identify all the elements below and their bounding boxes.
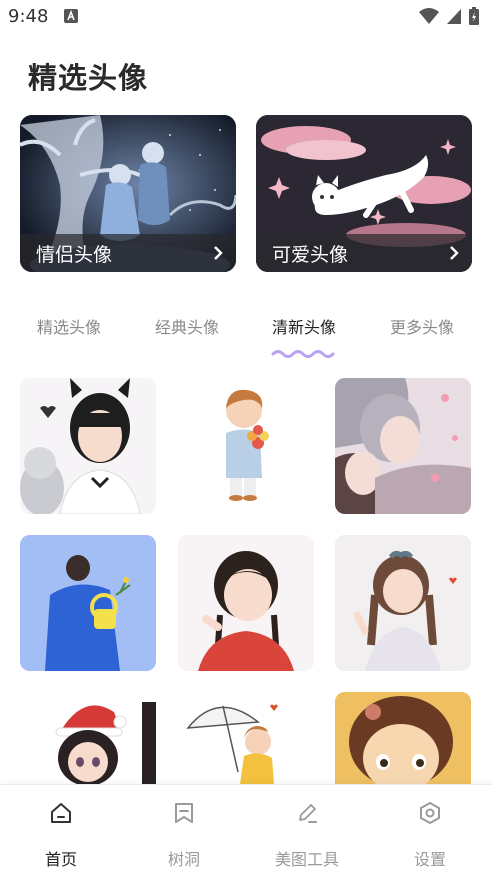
app-notification-icon [64, 9, 78, 23]
tab-featured[interactable]: 精选头像 [37, 314, 101, 338]
page-title: 精选头像 [28, 61, 149, 95]
avatar-thumbnail[interactable] [20, 378, 156, 514]
status-bar: 9:48 [0, 0, 492, 36]
card-label: 可爱头像 [272, 243, 349, 266]
nav-settings[interactable]: 设置 [375, 785, 485, 874]
avatar-image [335, 535, 471, 671]
lovers-avatar-card[interactable]: 情侣头像 [20, 115, 236, 272]
avatar-image [20, 535, 156, 671]
avatar-image [178, 692, 314, 784]
tab-more[interactable]: 更多头像 [390, 314, 454, 338]
tab-fresh[interactable]: 清新头像 [272, 314, 336, 338]
wifi-icon [419, 8, 439, 24]
nav-treehole[interactable]: 树洞 [129, 785, 239, 874]
home-icon [51, 803, 71, 823]
avatar-thumbnail[interactable] [178, 692, 314, 784]
chevron-right-icon [214, 246, 223, 260]
nav-treehole-label: 树洞 [167, 850, 200, 869]
avatar-thumbnail[interactable] [20, 535, 156, 671]
chevron-right-icon [450, 246, 459, 260]
avatar-thumbnail[interactable] [335, 692, 471, 784]
avatar-thumbnail[interactable] [335, 535, 471, 671]
battery-charging-icon [469, 7, 479, 25]
nav-photo-tools[interactable]: 美图工具 [252, 785, 362, 874]
cute-avatar-card[interactable]: 可爱头像 [256, 115, 472, 272]
avatar-image [335, 378, 471, 514]
avatar-image [335, 692, 471, 784]
card-footer: 情侣头像 [20, 234, 236, 272]
card-footer: 可爱头像 [256, 234, 472, 272]
avatar-image [20, 378, 156, 514]
bookmark-icon [175, 803, 193, 823]
avatar-thumbnail[interactable] [20, 692, 156, 784]
avatar-image [178, 378, 314, 514]
signal-icon [447, 9, 461, 24]
nav-home-label: 首页 [44, 850, 77, 869]
active-tab-wave-indicator [271, 350, 335, 358]
nav-home[interactable]: 首页 [6, 785, 116, 874]
nav-settings-label: 设置 [413, 850, 446, 869]
category-tabs: 精选头像 经典头像 清新头像 更多头像 [0, 312, 492, 360]
avatar-image [178, 535, 314, 671]
avatar-image [20, 692, 156, 784]
nav-photo-tools-label: 美图工具 [274, 850, 339, 869]
bottom-navigation: 首页 树洞 美图工具 设置 [0, 784, 492, 874]
avatar-thumbnail[interactable] [178, 535, 314, 671]
card-label: 情侣头像 [36, 243, 113, 266]
status-time: 9:48 [8, 6, 49, 27]
hexagon-settings-icon [420, 802, 440, 824]
avatar-thumbnail[interactable] [335, 378, 471, 514]
avatar-thumbnail[interactable] [178, 378, 314, 514]
pen-icon [299, 804, 317, 823]
tab-classic[interactable]: 经典头像 [155, 314, 219, 338]
status-icons [418, 6, 480, 26]
